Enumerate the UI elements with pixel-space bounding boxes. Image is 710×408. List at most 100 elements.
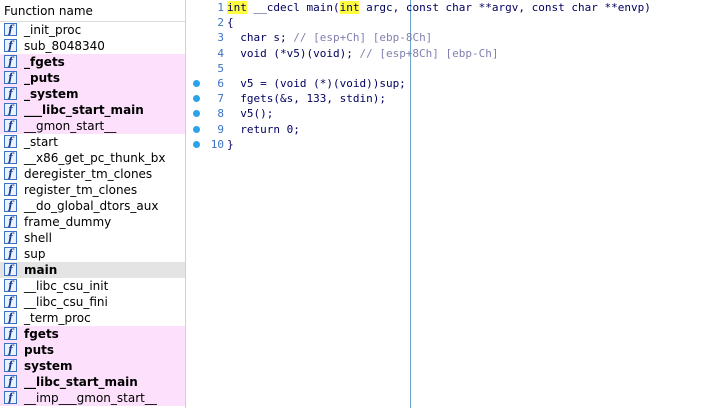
function-icon: f xyxy=(4,231,17,244)
function-icon: f xyxy=(4,247,17,260)
code-line[interactable]: char s; // [esp+Ch] [ebp-8Ch] xyxy=(227,30,432,45)
function-name: __libc_csu_init xyxy=(24,279,109,293)
function-name: __x86_get_pc_thunk_bx xyxy=(24,151,166,165)
function-icon: f xyxy=(4,23,17,36)
function-name: __gmon_start__ xyxy=(24,119,117,133)
function-name: puts xyxy=(24,343,55,357)
function-icon: f xyxy=(4,103,17,116)
function-icon: f xyxy=(4,199,17,212)
code-line[interactable]: void (*v5)(void); // [esp+8Ch] [ebp-Ch] xyxy=(227,46,499,61)
function-icon: f xyxy=(4,71,17,84)
code-text: { xyxy=(227,16,234,30)
code-line[interactable]: return 0; xyxy=(227,122,300,137)
function-icon: f xyxy=(4,55,17,68)
breakpoint-dot-icon[interactable] xyxy=(193,95,200,103)
function-list-item[interactable]: f _start xyxy=(0,134,185,150)
function-name: sup xyxy=(24,247,46,261)
function-list-item[interactable]: f _term_proc xyxy=(0,310,185,326)
function-name: register_tm_clones xyxy=(24,183,138,197)
breakpoint-dot-icon[interactable] xyxy=(193,125,200,133)
code-line[interactable]: } xyxy=(227,137,234,152)
code-line[interactable]: v5(); xyxy=(227,106,273,121)
function-name: ___libc_start_main xyxy=(24,103,144,117)
function-list-item[interactable]: f system xyxy=(0,358,185,374)
function-list-item[interactable]: f main xyxy=(0,262,185,278)
function-name: sub_8048340 xyxy=(24,39,105,53)
function-icon: f xyxy=(4,119,17,132)
highlighted-keyword: int xyxy=(339,1,360,14)
function-list-item[interactable]: f __libc_start_main xyxy=(0,374,185,390)
line-number: 6 xyxy=(217,77,224,90)
code-text: return 0; xyxy=(227,122,300,136)
function-list-item[interactable]: f __libc_csu_init xyxy=(0,278,185,294)
code-line[interactable]: fgets(&s, 133, stdin); xyxy=(227,91,386,106)
function-list-item[interactable]: f fgets xyxy=(0,326,185,342)
function-list-header[interactable]: Function name xyxy=(0,0,185,22)
function-list-item[interactable]: f __imp___gmon_start__ xyxy=(0,390,185,406)
line-number: 5 xyxy=(217,61,224,75)
function-list-item[interactable]: f ___libc_start_main xyxy=(0,102,185,118)
function-list-item[interactable]: f deregister_tm_clones xyxy=(0,166,185,182)
line-number: 1 xyxy=(217,1,224,14)
breakpoint-dot-icon[interactable] xyxy=(193,80,200,87)
function-name: _puts xyxy=(24,71,61,85)
function-name: __libc_start_main xyxy=(24,375,138,389)
function-icon: f xyxy=(4,359,17,372)
line-number: 10 xyxy=(210,137,224,151)
line-number: 9 xyxy=(217,122,224,136)
function-name: deregister_tm_clones xyxy=(24,167,153,181)
function-icon: f xyxy=(4,183,17,196)
line-number: 2 xyxy=(217,16,224,30)
function-name: main xyxy=(24,263,58,277)
breakpoint-dot-icon[interactable] xyxy=(193,140,200,148)
function-icon: f xyxy=(4,263,17,276)
function-name: __libc_csu_fini xyxy=(24,295,108,309)
function-icon: f xyxy=(4,343,17,356)
code-text: fgets(&s, 133, stdin); xyxy=(227,92,386,106)
function-icon: f xyxy=(4,135,17,148)
function-list-item[interactable]: f puts xyxy=(0,342,185,358)
line-number: 8 xyxy=(217,107,224,121)
function-list-item[interactable]: f sup xyxy=(0,246,185,262)
code-line[interactable]: v5 = (void (*)(void))sup; xyxy=(227,76,406,91)
function-name: _init_proc xyxy=(24,23,82,37)
code-text: v5 = (void (*)(void))sup; xyxy=(227,77,406,90)
line-number: 7 xyxy=(217,92,224,106)
function-icon: f xyxy=(4,295,17,308)
code-text: argc, const char **argv, const char **en… xyxy=(359,1,651,14)
function-list: f _init_proc f sub_8048340 f _fgets f _puts f _sy… xyxy=(0,22,185,406)
function-list-item[interactable]: f __do_global_dtors_aux xyxy=(0,198,185,214)
function-list-item[interactable]: f _init_proc xyxy=(0,22,185,38)
code-line[interactable]: int __cdecl main(int argc, const char **… xyxy=(227,0,651,15)
function-list-item[interactable]: f register_tm_clones xyxy=(0,182,185,198)
line-number-separator xyxy=(410,0,411,408)
function-list-item[interactable]: f __libc_csu_fini xyxy=(0,294,185,310)
function-list-item[interactable]: f _system xyxy=(0,86,185,102)
function-icon: f xyxy=(4,39,17,52)
function-list-item[interactable]: f _puts xyxy=(0,70,185,86)
function-list-item[interactable]: f sub_8048340 xyxy=(0,38,185,54)
function-icon: f xyxy=(4,215,17,228)
function-list-item[interactable]: f _fgets xyxy=(0,54,185,70)
function-name: __do_global_dtors_aux xyxy=(24,199,159,213)
pseudocode-view[interactable]: 1 int __cdecl main(int argc, const char *… xyxy=(186,0,710,408)
function-icon: f xyxy=(4,151,17,164)
function-name: _start xyxy=(24,135,58,149)
function-list-item[interactable]: f __gmon_start__ xyxy=(0,118,185,134)
breakpoint-dot-icon[interactable] xyxy=(193,110,200,118)
function-list-item[interactable]: f frame_dummy xyxy=(0,214,185,230)
function-name: frame_dummy xyxy=(24,215,112,229)
code-text: } xyxy=(227,137,234,151)
function-name: fgets xyxy=(24,327,59,341)
function-name: __imp___gmon_start__ xyxy=(24,391,157,405)
function-icon: f xyxy=(4,327,17,340)
function-name: system xyxy=(24,359,73,373)
code-text: v5(); xyxy=(227,107,274,121)
function-list-item[interactable]: f __x86_get_pc_thunk_bx xyxy=(0,150,185,166)
function-icon: f xyxy=(4,375,17,388)
code-comment: // [esp+8Ch] [ebp-Ch] xyxy=(359,46,499,60)
function-list-item[interactable]: f shell xyxy=(0,230,185,246)
line-number: 3 xyxy=(217,31,224,45)
code-line[interactable]: { xyxy=(227,15,234,30)
line-number: 4 xyxy=(217,46,224,60)
